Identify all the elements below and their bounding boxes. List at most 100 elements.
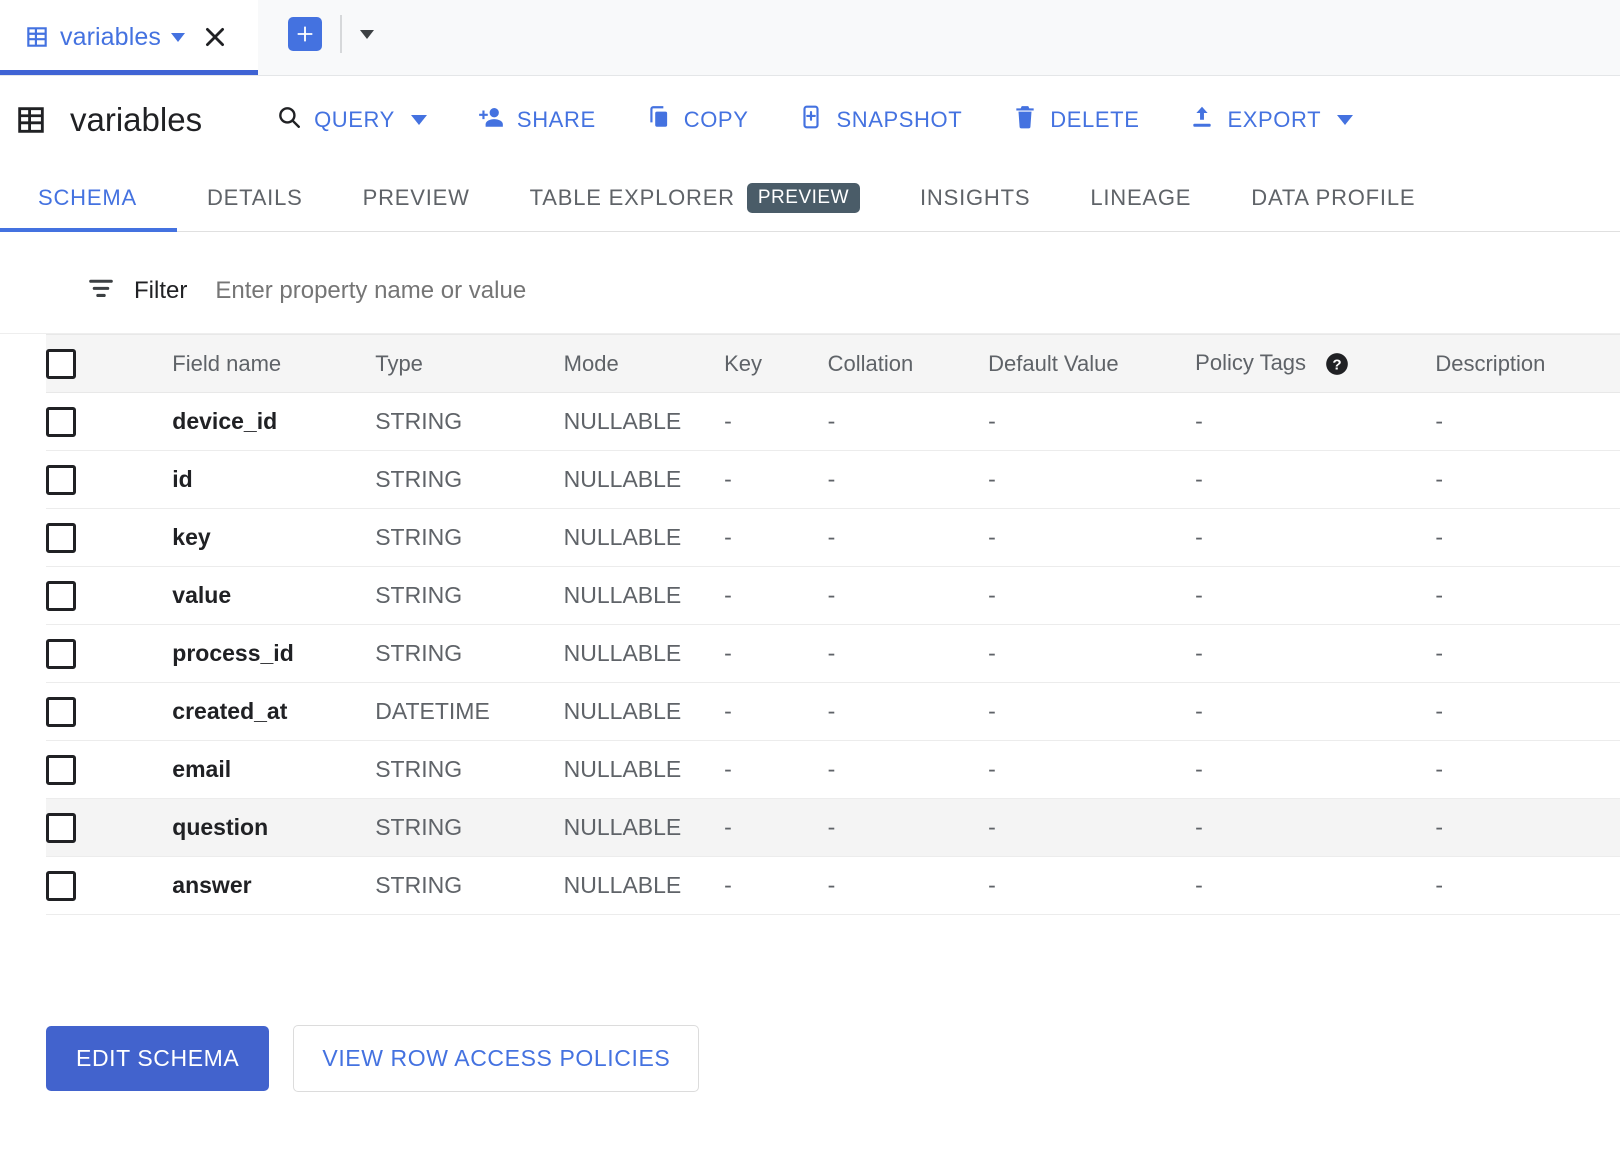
type-value: STRING bbox=[375, 756, 462, 782]
chevron-down-icon[interactable] bbox=[171, 33, 185, 42]
cell-type: STRING bbox=[375, 741, 563, 799]
row-checkbox[interactable] bbox=[46, 755, 76, 785]
field-name-label: question bbox=[172, 814, 268, 840]
cell-field-name: process_id bbox=[172, 625, 375, 683]
description-value: - bbox=[1435, 756, 1443, 782]
column-header-description[interactable]: Description bbox=[1435, 335, 1620, 393]
table-row[interactable]: keySTRINGNULLABLE----- bbox=[46, 509, 1620, 567]
copy-button[interactable]: COPY bbox=[632, 94, 763, 146]
column-header-key[interactable]: Key bbox=[724, 335, 828, 393]
description-value: - bbox=[1435, 872, 1443, 898]
row-checkbox[interactable] bbox=[46, 523, 76, 553]
key-value: - bbox=[724, 582, 732, 608]
row-checkbox[interactable] bbox=[46, 407, 76, 437]
policy-tags-value: - bbox=[1195, 582, 1203, 608]
export-button[interactable]: EXPORT bbox=[1175, 94, 1367, 146]
trash-icon bbox=[1012, 104, 1038, 136]
column-header-collation[interactable]: Collation bbox=[828, 335, 988, 393]
cell-policy-tags: - bbox=[1195, 393, 1435, 451]
edit-schema-button[interactable]: EDIT SCHEMA bbox=[46, 1026, 269, 1091]
copy-label: COPY bbox=[684, 107, 749, 133]
cell-default-value: - bbox=[988, 799, 1195, 857]
preview-badge: PREVIEW bbox=[747, 183, 860, 213]
filter-input[interactable] bbox=[213, 276, 913, 306]
table-row[interactable]: process_idSTRINGNULLABLE----- bbox=[46, 625, 1620, 683]
query-button[interactable]: QUERY bbox=[262, 94, 441, 146]
select-all-checkbox[interactable] bbox=[46, 349, 76, 379]
delete-button[interactable]: DELETE bbox=[998, 94, 1153, 146]
column-header-field-name[interactable]: Field name bbox=[172, 335, 375, 393]
schema-table-container: Field name Type Mode Key Collation Defau… bbox=[0, 334, 1620, 915]
help-icon[interactable]: ? bbox=[1324, 351, 1350, 377]
mode-value: NULLABLE bbox=[564, 698, 682, 724]
share-button[interactable]: SHARE bbox=[463, 94, 610, 146]
schema-table-header: Field name Type Mode Key Collation Defau… bbox=[46, 335, 1620, 393]
tab-details[interactable]: DETAILS bbox=[177, 164, 333, 232]
row-checkbox[interactable] bbox=[46, 581, 76, 611]
chevron-down-icon[interactable] bbox=[360, 30, 374, 39]
cell-collation: - bbox=[828, 451, 988, 509]
row-checkbox[interactable] bbox=[46, 813, 76, 843]
cell-collation: - bbox=[828, 683, 988, 741]
row-checkbox[interactable] bbox=[46, 465, 76, 495]
mode-value: NULLABLE bbox=[564, 466, 682, 492]
key-value: - bbox=[724, 408, 732, 434]
browser-tab-variables[interactable]: variables bbox=[0, 0, 258, 75]
cell-description: - bbox=[1435, 799, 1620, 857]
cell-policy-tags: - bbox=[1195, 567, 1435, 625]
mode-value: NULLABLE bbox=[564, 582, 682, 608]
tab-lineage[interactable]: LINEAGE bbox=[1060, 164, 1221, 232]
tab-insights[interactable]: INSIGHTS bbox=[890, 164, 1060, 232]
view-row-access-policies-button[interactable]: VIEW ROW ACCESS POLICIES bbox=[293, 1025, 699, 1092]
table-header-row: Field name Type Mode Key Collation Defau… bbox=[46, 335, 1620, 393]
table-row[interactable]: idSTRINGNULLABLE----- bbox=[46, 451, 1620, 509]
tab-preview-label: PREVIEW bbox=[363, 185, 470, 211]
mode-value: NULLABLE bbox=[564, 814, 682, 840]
tab-table-explorer[interactable]: TABLE EXPLORER PREVIEW bbox=[500, 164, 890, 232]
row-checkbox[interactable] bbox=[46, 639, 76, 669]
row-select-cell bbox=[46, 509, 172, 567]
column-header-default-value[interactable]: Default Value bbox=[988, 335, 1195, 393]
row-checkbox[interactable] bbox=[46, 697, 76, 727]
export-label: EXPORT bbox=[1227, 107, 1321, 133]
chevron-down-icon bbox=[411, 115, 427, 125]
snapshot-button[interactable]: SNAPSHOT bbox=[784, 94, 976, 146]
table-row[interactable]: valueSTRINGNULLABLE----- bbox=[46, 567, 1620, 625]
description-value: - bbox=[1435, 408, 1443, 434]
cell-collation: - bbox=[828, 741, 988, 799]
snapshot-label: SNAPSHOT bbox=[836, 107, 962, 133]
table-row[interactable]: questionSTRINGNULLABLE----- bbox=[46, 799, 1620, 857]
table-row[interactable]: device_idSTRINGNULLABLE----- bbox=[46, 393, 1620, 451]
default-value-value: - bbox=[988, 756, 996, 782]
collation-value: - bbox=[828, 872, 836, 898]
browser-tab-strip: variables bbox=[0, 0, 1620, 76]
cell-default-value: - bbox=[988, 567, 1195, 625]
column-header-type[interactable]: Type bbox=[375, 335, 563, 393]
cell-type: STRING bbox=[375, 393, 563, 451]
column-header-mode[interactable]: Mode bbox=[564, 335, 724, 393]
filter-icon[interactable] bbox=[86, 275, 116, 306]
cell-type: STRING bbox=[375, 625, 563, 683]
type-value: STRING bbox=[375, 524, 462, 550]
table-row[interactable]: answerSTRINGNULLABLE----- bbox=[46, 857, 1620, 915]
cell-description: - bbox=[1435, 683, 1620, 741]
column-header-policy-tags[interactable]: Policy Tags ? bbox=[1195, 335, 1435, 393]
table-row[interactable]: created_atDATETIMENULLABLE----- bbox=[46, 683, 1620, 741]
field-name-label: answer bbox=[172, 872, 251, 898]
tab-insights-label: INSIGHTS bbox=[920, 185, 1030, 211]
row-select-cell bbox=[46, 451, 172, 509]
tab-schema[interactable]: SCHEMA bbox=[0, 164, 177, 232]
default-value-value: - bbox=[988, 582, 996, 608]
description-value: - bbox=[1435, 814, 1443, 840]
chevron-down-icon bbox=[1337, 115, 1353, 125]
tab-preview[interactable]: PREVIEW bbox=[333, 164, 500, 232]
cell-mode: NULLABLE bbox=[564, 683, 724, 741]
plus-icon[interactable] bbox=[288, 17, 322, 51]
tab-data-profile[interactable]: DATA PROFILE bbox=[1221, 164, 1445, 232]
table-row[interactable]: emailSTRINGNULLABLE----- bbox=[46, 741, 1620, 799]
row-select-cell bbox=[46, 799, 172, 857]
tab-lineage-label: LINEAGE bbox=[1090, 185, 1191, 211]
row-checkbox[interactable] bbox=[46, 871, 76, 901]
field-name-label: email bbox=[172, 756, 231, 782]
close-icon[interactable] bbox=[201, 23, 229, 51]
